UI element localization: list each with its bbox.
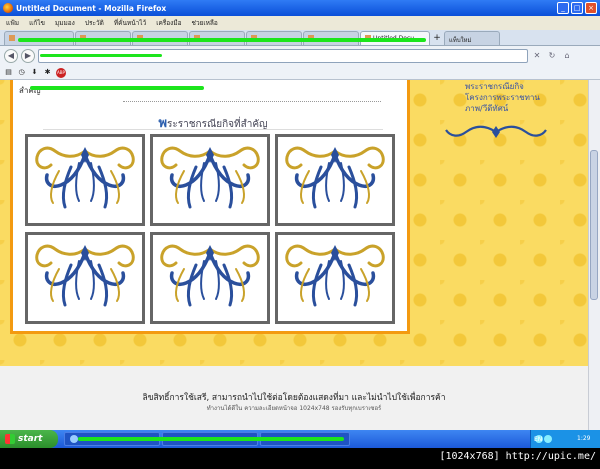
ornament-image xyxy=(31,141,139,219)
window-titlebar: Untitled Document - Mozilla Firefox _ □ … xyxy=(0,0,600,16)
ornament-image xyxy=(156,141,264,219)
menu-history[interactable]: ประวัติ xyxy=(85,18,104,28)
reload-icon[interactable]: ↻ xyxy=(546,50,558,62)
ornament-image xyxy=(281,141,389,219)
gallery-image[interactable] xyxy=(25,134,145,226)
ornament-image xyxy=(156,239,264,317)
page-footer: ลิขสิทธิ์การใช้เสรี, สามารถนำไปใช้ต่อโดย… xyxy=(0,366,588,430)
addon-icon[interactable]: ✱ xyxy=(43,68,52,77)
maximize-button[interactable]: □ xyxy=(571,2,583,14)
web-page: สำคัญ พระราชกรณียกิจที่สำคัญ พระราชกรณีย… xyxy=(0,80,588,430)
stop-icon[interactable]: ✕ xyxy=(531,50,543,62)
windows-logo-icon xyxy=(5,434,15,444)
bookmarks-toolbar: ▤ ◷ ⬇ ✱ ABP xyxy=(0,66,600,80)
menu-bookmarks[interactable]: ที่คั่นหน้าไว้ xyxy=(114,18,146,28)
footer-license: ลิขสิทธิ์การใช้เสรี, สามารถนำไปใช้ต่อโดย… xyxy=(142,393,446,403)
bookmark-icon[interactable]: ▤ xyxy=(4,68,13,77)
menu-bar: แฟ้ม แก้ไข มุมมอง ประวัติ ที่คั่นหน้าไว้… xyxy=(0,16,600,30)
tab-new-page[interactable]: แท็บใหม่ xyxy=(444,31,500,45)
menu-view[interactable]: มุมมอง xyxy=(55,18,75,28)
gallery-image[interactable] xyxy=(275,134,395,226)
dotted-divider xyxy=(123,101,381,102)
window-title: Untitled Document - Mozilla Firefox xyxy=(16,3,167,13)
tray-volume-icon[interactable] xyxy=(544,435,552,443)
image-gallery xyxy=(25,134,395,324)
menu-edit[interactable]: แก้ไข xyxy=(29,18,45,28)
firefox-icon xyxy=(3,3,13,13)
start-button[interactable]: start xyxy=(0,430,58,448)
forward-icon[interactable]: ▶ xyxy=(21,49,35,63)
sidebar-link-royal-projects[interactable]: โครงการพระราชทาน xyxy=(465,92,540,103)
menu-help[interactable]: ช่วยเหลือ xyxy=(192,18,218,28)
menu-tools[interactable]: เครื่องมือ xyxy=(156,18,181,28)
gallery-image[interactable] xyxy=(150,134,270,226)
watermark-strip: [1024x768] http://upic.me/ xyxy=(0,448,600,469)
sidebar-ornament xyxy=(445,125,547,138)
redaction-line xyxy=(18,38,426,42)
sidebar-link-media[interactable]: ภาพ/วีดีทัศน์ xyxy=(465,103,540,114)
ornament-image xyxy=(31,239,139,317)
content-panel: สำคัญ พระราชกรณียกิจที่สำคัญ xyxy=(10,80,410,334)
redaction-line xyxy=(30,86,204,90)
favicon-icon xyxy=(9,35,15,41)
title-underline xyxy=(43,129,383,130)
tab-new-page-label: แท็บใหม่ xyxy=(449,37,472,44)
language-indicator[interactable]: EN xyxy=(534,436,542,443)
gallery-image[interactable] xyxy=(150,232,270,324)
sidebar-link-royal-duties[interactable]: พระราชกรณียกิจ xyxy=(465,81,540,92)
history-icon[interactable]: ◷ xyxy=(17,68,26,77)
start-label: start xyxy=(18,434,43,444)
redaction-line xyxy=(78,437,344,441)
minimize-button[interactable]: _ xyxy=(557,2,569,14)
back-icon[interactable]: ◀ xyxy=(4,49,18,63)
gallery-image[interactable] xyxy=(25,232,145,324)
gallery-image[interactable] xyxy=(275,232,395,324)
firefox-taskbar-icon xyxy=(70,435,78,443)
watermark-text: [1024x768] http://upic.me/ xyxy=(439,451,596,462)
home-icon[interactable]: ⌂ xyxy=(561,50,573,62)
clock: 1:29 xyxy=(577,435,591,442)
redaction-line xyxy=(40,54,162,57)
scrollbar-thumb[interactable] xyxy=(590,150,598,300)
close-button[interactable]: × xyxy=(585,2,597,14)
adblock-icon[interactable]: ABP xyxy=(56,67,66,78)
download-icon[interactable]: ⬇ xyxy=(30,68,39,77)
menu-file[interactable]: แฟ้ม xyxy=(6,18,19,28)
sidebar-links: พระราชกรณียกิจ โครงการพระราชทาน ภาพ/วีดี… xyxy=(465,81,540,114)
ornament-image xyxy=(281,239,389,317)
new-tab-button[interactable]: + xyxy=(431,33,443,45)
footer-resolution: ทำงานได้ดีใน ความละเอียดหน้าจอ 1024x748 … xyxy=(206,405,382,412)
